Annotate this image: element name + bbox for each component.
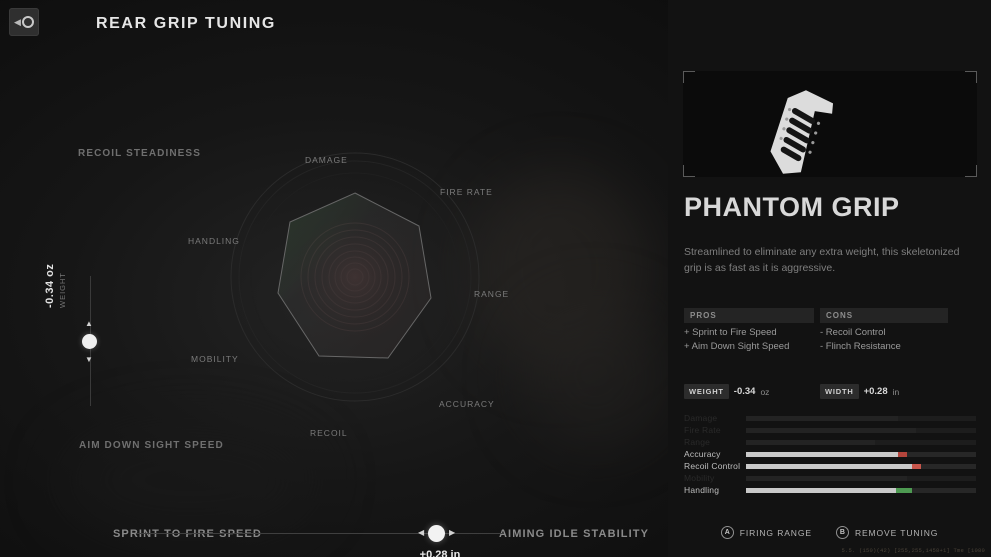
weight-decrease-caret-icon[interactable]: ▼ xyxy=(85,356,93,364)
corner-bracket-icon xyxy=(965,165,977,177)
remove-tuning-label: REMOVE TUNING xyxy=(854,527,939,538)
stat-bar-label: Handling xyxy=(684,485,720,495)
stat-bar-row: Fire Rate xyxy=(684,424,976,436)
radar-label-range: RANGE xyxy=(474,289,510,299)
radar-polygon xyxy=(277,192,432,359)
measurement-width-tag: WIDTH xyxy=(820,384,859,399)
stat-bar-fill xyxy=(746,415,898,421)
stat-bar-fill xyxy=(746,463,912,469)
pros-list: + Sprint to Fire Speed + Aim Down Sight … xyxy=(684,326,789,354)
measurement-weight-value: -0.34 xyxy=(733,386,756,397)
back-chevron-icon: ◀ xyxy=(14,16,21,27)
measurement-weight-unit: oz xyxy=(760,386,770,397)
stat-bar-delta xyxy=(911,463,921,469)
button-key-icon: B xyxy=(835,526,849,539)
stat-bar-row: Accuracy xyxy=(684,448,976,460)
width-slider-handle[interactable] xyxy=(428,525,445,542)
pros-header: PROS xyxy=(684,308,814,323)
tuning-panel: RECOIL STEADINESS AIM DOWN SIGHT SPEED S… xyxy=(0,46,668,557)
stat-bar-label: Fire Rate xyxy=(684,425,721,435)
weight-value: -0.34 oz xyxy=(44,263,56,308)
pistol-grip-image xyxy=(770,90,834,174)
width-slider[interactable]: ◀ ▶ +0.28 in WIDTH xyxy=(136,525,504,557)
stat-bar-label: Mobility xyxy=(684,473,715,483)
radar-label-mobility: MOBILITY xyxy=(191,354,239,364)
stat-bar-fill xyxy=(746,439,875,445)
width-increase-caret-icon[interactable]: ▶ xyxy=(449,529,455,537)
stat-bar-label: Range xyxy=(684,437,711,447)
stat-bar-row: Recoil Control xyxy=(684,460,976,472)
label-aim-down-sight-speed: AIM DOWN SIGHT SPEED xyxy=(79,440,224,451)
width-decrease-caret-icon[interactable]: ◀ xyxy=(418,529,424,537)
corner-bracket-icon xyxy=(965,71,977,83)
width-value: +0.28 in xyxy=(419,549,461,557)
corner-bracket-icon xyxy=(683,165,695,177)
attachment-name: PHANTOM GRIP xyxy=(684,192,900,222)
measurement-width: WIDTH +0.28 in xyxy=(820,384,899,399)
radar-label-fire-rate: FIRE RATE xyxy=(440,187,493,197)
label-aiming-idle-stability: AIMING IDLE STABILITY xyxy=(499,528,650,540)
stat-bar-track xyxy=(746,427,976,433)
radar-label-accuracy: ACCURACY xyxy=(439,399,495,409)
cons-item: - Recoil Control xyxy=(820,327,886,338)
stat-bar-fill xyxy=(746,487,896,493)
pros-item: + Aim Down Sight Speed xyxy=(684,341,790,352)
stat-bar-label: Damage xyxy=(684,413,718,423)
attachment-description: Streamlined to eliminate any extra weigh… xyxy=(684,246,960,274)
pros-item: + Sprint to Fire Speed xyxy=(684,327,777,338)
stat-bar-track xyxy=(746,439,976,445)
attribute-radar-chart: DAMAGE FIRE RATE RANGE ACCURACY RECOIL M… xyxy=(188,150,508,438)
firing-range-label: FIRING RANGE xyxy=(739,527,812,538)
corner-bracket-icon xyxy=(683,71,695,83)
stat-bar-label: Recoil Control xyxy=(684,461,741,471)
cons-list: - Recoil Control - Flinch Resistance xyxy=(820,326,901,354)
radar-label-handling: HANDLING xyxy=(188,236,240,246)
stat-bar-track xyxy=(746,415,976,421)
stat-bar-fill xyxy=(746,475,907,481)
firing-range-button[interactable]: A FIRING RANGE xyxy=(720,526,812,539)
stat-bar-delta xyxy=(895,487,912,493)
weight-unit-label: WEIGHT xyxy=(58,272,67,308)
cons-item: - Flinch Resistance xyxy=(820,341,901,352)
stat-bar-row: Handling xyxy=(684,484,976,496)
attachment-preview xyxy=(683,71,977,177)
measurement-width-unit: in xyxy=(892,386,900,397)
stat-bar-track xyxy=(746,451,976,457)
button-key-icon: A xyxy=(720,526,734,539)
radar-label-damage: DAMAGE xyxy=(305,155,348,165)
measurement-weight-tag: WEIGHT xyxy=(684,384,729,399)
stat-bar-delta xyxy=(897,451,907,457)
stat-bar-row: Damage xyxy=(684,412,976,424)
stat-bar-track xyxy=(746,463,976,469)
stat-bar-track xyxy=(746,487,976,493)
stat-bar-track xyxy=(746,475,976,481)
weight-slider-handle[interactable] xyxy=(82,334,97,349)
back-button[interactable]: ◀ xyxy=(9,8,39,36)
radar-label-recoil: RECOIL xyxy=(310,428,348,438)
cons-header: CONS xyxy=(820,308,948,323)
stat-bar-fill xyxy=(746,427,917,433)
footer-actions: A FIRING RANGE B REMOVE TUNING xyxy=(668,526,991,539)
debug-overlay-text: 5.5. (150)(42) [255,255,1458+1] Tme [108… xyxy=(841,547,985,554)
measurement-width-value: +0.28 xyxy=(863,386,888,397)
attachment-info-panel: PHANTOM GRIP Streamlined to eliminate an… xyxy=(668,0,991,557)
page-title: REAR GRIP TUNING xyxy=(96,15,276,32)
stat-bar-fill xyxy=(746,451,898,457)
stat-bar-row: Mobility xyxy=(684,472,976,484)
back-circle-icon xyxy=(21,16,34,28)
stat-bar-row: Range xyxy=(684,436,976,448)
measurement-weight: WEIGHT -0.34 oz xyxy=(684,384,769,399)
weight-increase-caret-icon[interactable]: ▲ xyxy=(85,320,93,328)
app-root: ◀ REAR GRIP TUNING ☂ ⟝ 53 xyxy=(0,0,991,557)
stat-bar-list: Damage Fire Rate Range Accuracy Recoil Contr… xyxy=(684,412,976,496)
weight-slider[interactable]: ▲ ▼ xyxy=(82,276,97,406)
label-recoil-steadiness: RECOIL STEADINESS xyxy=(78,148,201,159)
stat-bar-label: Accuracy xyxy=(684,449,721,459)
remove-tuning-button[interactable]: B REMOVE TUNING xyxy=(835,526,939,539)
